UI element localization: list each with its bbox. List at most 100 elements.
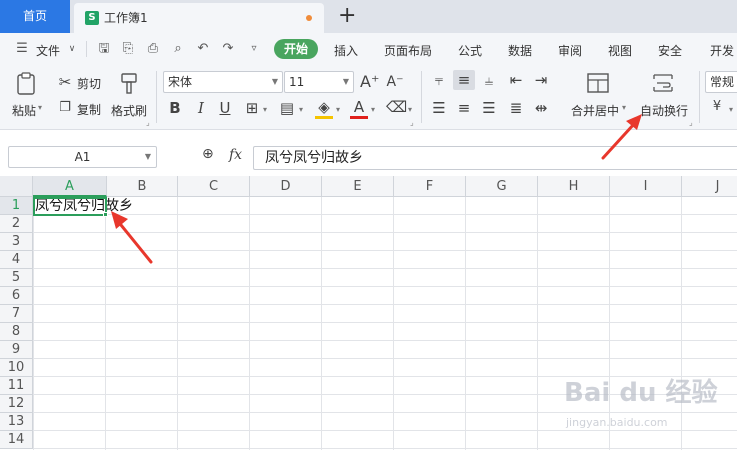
row-header-10[interactable]: 10 [0, 359, 33, 377]
selected-cell-a1[interactable] [33, 197, 107, 216]
select-all-corner[interactable] [0, 176, 33, 197]
fill-color-icon[interactable]: ◈ [314, 98, 334, 116]
font-color-button[interactable]: A [350, 98, 368, 116]
font-name-select[interactable]: 宋体 ▼ [163, 71, 283, 93]
scissors-icon: ✂ [58, 73, 72, 91]
export-icon[interactable]: ⎘ [120, 41, 136, 57]
tab-view[interactable]: 视图 [608, 42, 632, 59]
tab-start[interactable]: 开始 [274, 39, 318, 59]
zoom-search-icon[interactable]: ⊕ [202, 146, 214, 162]
row-header-5[interactable]: 5 [0, 269, 33, 287]
row-header-9[interactable]: 9 [0, 341, 33, 359]
print-preview-icon[interactable]: ⌕ [170, 41, 186, 57]
font-expand-icon[interactable]: ⌟ [410, 118, 414, 127]
redo-icon[interactable]: ↷ [220, 41, 236, 57]
name-box[interactable]: A1 ▼ [8, 146, 157, 168]
fill-handle[interactable] [103, 212, 108, 217]
row-header-13[interactable]: 13 [0, 413, 33, 431]
increase-font-icon[interactable]: A⁺ [360, 73, 379, 91]
column-header-i[interactable]: I [610, 176, 682, 197]
align-middle-icon[interactable]: ≡ [455, 71, 473, 89]
chevron-down-icon: ▾ [622, 103, 627, 112]
tab-formulas[interactable]: 公式 [458, 42, 482, 59]
currency-button[interactable]: ¥ [708, 98, 726, 116]
undo-icon[interactable]: ↶ [195, 41, 211, 57]
hamburger-menu-icon[interactable]: ☰ [14, 41, 30, 57]
chevron-down-icon[interactable]: ▾ [727, 101, 735, 119]
increase-indent-icon[interactable]: ⇥ [532, 71, 550, 89]
column-header-e[interactable]: E [322, 176, 394, 197]
bold-button[interactable]: B [166, 99, 184, 117]
column-header-c[interactable]: C [178, 176, 250, 197]
row-header-4[interactable]: 4 [0, 251, 33, 269]
tab-page-layout[interactable]: 页面布局 [384, 42, 432, 59]
row-header-1[interactable]: 1 [0, 197, 33, 215]
borders-icon[interactable]: ⊞ [243, 99, 261, 117]
chevron-down-icon[interactable]: ▾ [369, 101, 377, 119]
alignment-expand-icon[interactable]: ⌟ [689, 118, 693, 127]
home-tab[interactable]: 首页 [0, 0, 70, 33]
column-header-d[interactable]: D [250, 176, 322, 197]
row-header-6[interactable]: 6 [0, 287, 33, 305]
formula-bar: A1 ▼ ⊕ fx 凤兮凤兮归故乡 [0, 130, 737, 176]
wrap-text-label: 自动换行 [640, 104, 689, 118]
insert-function-button[interactable]: fx [229, 147, 242, 163]
formula-input[interactable]: 凤兮凤兮归故乡 [253, 146, 737, 170]
format-painter-label: 格式刷 [111, 104, 148, 118]
tab-review[interactable]: 审阅 [558, 42, 582, 59]
align-top-icon[interactable]: ⫧ [430, 71, 448, 89]
divider [421, 71, 422, 123]
column-header-a[interactable]: A [33, 176, 107, 197]
tab-insert[interactable]: 插入 [334, 42, 358, 59]
workbook-tab[interactable]: S 工作簿1 [74, 3, 324, 33]
chevron-down-icon[interactable]: ∨ [64, 41, 80, 57]
justify-icon[interactable]: ≣ [507, 99, 525, 117]
italic-button[interactable]: I [192, 99, 210, 117]
chevron-down-icon[interactable]: ▾ [406, 101, 414, 119]
font-size-select[interactable]: 11 ▼ [284, 71, 354, 93]
align-center-icon[interactable]: ≡ [455, 99, 473, 117]
align-left-icon[interactable]: ☰ [430, 99, 448, 117]
row-header-11[interactable]: 11 [0, 377, 33, 395]
column-header-h[interactable]: H [538, 176, 610, 197]
copy-label: 复制 [77, 103, 102, 117]
underline-button[interactable]: U [216, 99, 234, 117]
clipboard-expand-icon[interactable]: ⌟ [146, 118, 150, 127]
row-header-12[interactable]: 12 [0, 395, 33, 413]
column-header-g[interactable]: G [466, 176, 538, 197]
decrease-font-icon[interactable]: A⁻ [386, 73, 404, 91]
tab-data[interactable]: 数据 [508, 42, 532, 59]
row-header-8[interactable]: 8 [0, 323, 33, 341]
number-format-select[interactable]: 常规 [705, 71, 737, 93]
chevron-down-icon[interactable]: ▾ [297, 101, 305, 119]
row-header-3[interactable]: 3 [0, 233, 33, 251]
column-header-j[interactable]: J [682, 176, 737, 197]
new-tab-button[interactable]: + [338, 3, 356, 29]
file-menu[interactable]: 文件 [36, 42, 60, 59]
column-header-b[interactable]: B [107, 176, 178, 197]
print-icon[interactable]: ⎙ [145, 41, 161, 57]
ribbon-toolbar: 粘贴 ▾ ✂ 剪切 ❐ 复制 格式刷 ⌟ 宋体 ▼ 11 ▼ A⁺ A⁻ B I… [0, 65, 737, 130]
save-icon[interactable]: 🖫 [96, 41, 112, 57]
align-right-icon[interactable]: ☰ [480, 99, 498, 117]
row-header-2[interactable]: 2 [0, 215, 33, 233]
distribute-icon[interactable]: ⇹ [532, 99, 550, 117]
decrease-indent-icon[interactable]: ⇤ [507, 71, 525, 89]
font-color-swatch [350, 116, 368, 119]
row-header-7[interactable]: 7 [0, 305, 33, 323]
tab-developer[interactable]: 开发 [710, 42, 734, 59]
row-header-14[interactable]: 14 [0, 431, 33, 449]
tab-security[interactable]: 安全 [658, 42, 682, 59]
cell-style-icon[interactable]: ▤ [277, 99, 297, 117]
divider [86, 41, 87, 57]
chevron-down-icon[interactable]: ▾ [261, 101, 269, 119]
eraser-icon[interactable]: ⌫ [386, 98, 407, 116]
customize-quick-access-icon[interactable]: ▿ [246, 41, 262, 57]
font-name-value: 宋体 [168, 75, 193, 89]
merge-cells-icon [587, 73, 609, 93]
align-bottom-icon[interactable]: ⫨ [480, 71, 498, 89]
chevron-down-icon[interactable]: ▾ [334, 101, 342, 119]
wrap-text-icon [653, 74, 673, 92]
column-header-f[interactable]: F [394, 176, 466, 197]
chevron-down-icon: ▼ [144, 152, 151, 161]
